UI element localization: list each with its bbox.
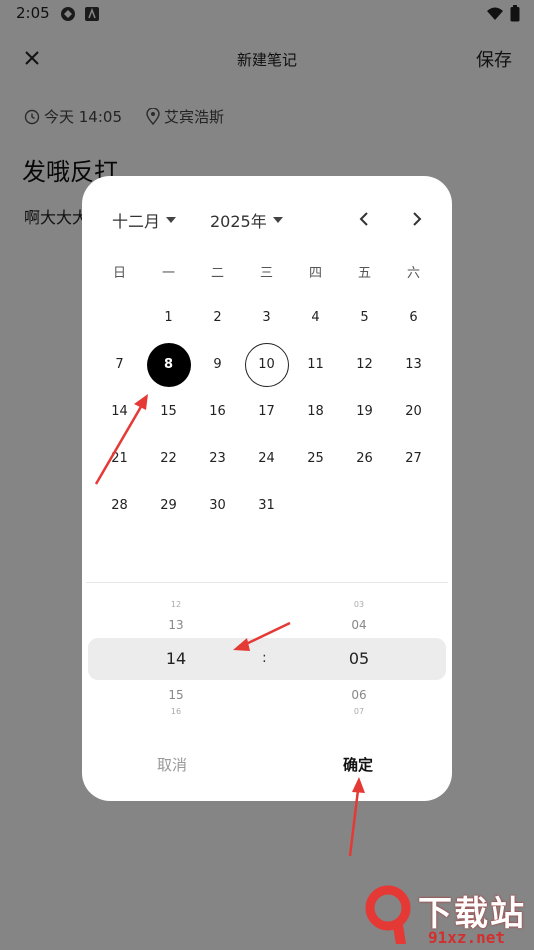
calendar-day[interactable]: 27 bbox=[389, 435, 438, 482]
calendar-day[interactable]: 16 bbox=[193, 388, 242, 435]
time-separator: : bbox=[262, 650, 267, 666]
calendar-day[interactable]: 15 bbox=[144, 388, 193, 435]
weekday-label: 三 bbox=[259, 266, 273, 281]
calendar-header: 十二月 2025年 bbox=[82, 206, 452, 234]
cancel-button[interactable]: 取消 bbox=[142, 754, 202, 775]
watermark-url: 91xz.net bbox=[428, 928, 506, 947]
chevron-right-icon bbox=[413, 212, 422, 226]
divider bbox=[86, 582, 448, 583]
calendar-day[interactable]: 12 bbox=[340, 341, 389, 388]
month-dropdown[interactable]: 十二月 bbox=[112, 208, 177, 232]
calendar-day[interactable]: 28 bbox=[95, 482, 144, 529]
weekday-label: 六 bbox=[406, 266, 420, 281]
hour-option: 16 bbox=[170, 707, 182, 716]
calendar-day[interactable]: 18 bbox=[291, 388, 340, 435]
chevron-left-icon bbox=[359, 212, 368, 226]
weekday-label: 二 bbox=[210, 266, 224, 281]
calendar-day[interactable]: 3 bbox=[242, 294, 291, 341]
calendar-day[interactable]: 13 bbox=[389, 341, 438, 388]
calendar-day[interactable]: 25 bbox=[291, 435, 340, 482]
calendar-day[interactable]: 9 bbox=[193, 341, 242, 388]
next-month-button[interactable] bbox=[407, 208, 427, 230]
month-label: 十二月 bbox=[112, 212, 161, 231]
chevron-down-icon bbox=[166, 217, 177, 223]
year-label: 2025年 bbox=[210, 212, 267, 231]
calendar-day[interactable]: 6 bbox=[389, 294, 438, 341]
calendar-day[interactable]: 24 bbox=[242, 435, 291, 482]
watermark: 下载站 91xz.net bbox=[362, 884, 532, 948]
calendar-day[interactable]: 26 bbox=[340, 435, 389, 482]
calendar-day-selected[interactable]: 8 bbox=[144, 341, 193, 388]
calendar-day[interactable]: 23 bbox=[193, 435, 242, 482]
weekday-label: 五 bbox=[357, 266, 371, 281]
hour-option: 12 bbox=[170, 600, 182, 609]
calendar-day[interactable]: 22 bbox=[144, 435, 193, 482]
hour-option: 15 bbox=[168, 688, 184, 702]
calendar-day[interactable]: 2 bbox=[193, 294, 242, 341]
minute-option: 06 bbox=[351, 688, 367, 702]
calendar-day[interactable]: 11 bbox=[291, 341, 340, 388]
calendar-empty-cell bbox=[95, 294, 144, 341]
calendar-day[interactable]: 1 bbox=[144, 294, 193, 341]
calendar-day[interactable]: 29 bbox=[144, 482, 193, 529]
hour-current: 14 bbox=[165, 649, 187, 668]
calendar-day[interactable]: 31 bbox=[242, 482, 291, 529]
previous-month-button[interactable] bbox=[354, 208, 374, 230]
calendar-day-grid: 1 2 3 4 5 6 7 8 9 10 11 12 13 14 15 16 1… bbox=[95, 294, 439, 529]
minute-current: 05 bbox=[348, 649, 370, 668]
calendar-day[interactable]: 17 bbox=[242, 388, 291, 435]
calendar-day[interactable]: 14 bbox=[95, 388, 144, 435]
calendar-day[interactable]: 19 bbox=[340, 388, 389, 435]
hour-wheel[interactable]: 12 13 14 15 16 bbox=[136, 592, 216, 722]
calendar-day[interactable]: 5 bbox=[340, 294, 389, 341]
minute-option: 04 bbox=[351, 618, 367, 632]
time-picker: 12 13 14 15 16 : 03 04 05 06 07 bbox=[82, 592, 452, 722]
weekday-label: 一 bbox=[161, 266, 175, 281]
weekday-label: 日 bbox=[112, 266, 126, 281]
year-dropdown[interactable]: 2025年 bbox=[210, 208, 283, 232]
calendar-day[interactable]: 4 bbox=[291, 294, 340, 341]
weekday-label: 四 bbox=[308, 266, 322, 281]
calendar-day[interactable]: 30 bbox=[193, 482, 242, 529]
date-time-picker-dialog: 十二月 2025年 日 一 二 三 四 五 六 1 2 3 4 5 6 7 8 … bbox=[82, 176, 452, 801]
chevron-down-icon bbox=[272, 217, 283, 223]
minute-wheel[interactable]: 03 04 05 06 07 bbox=[319, 592, 399, 722]
hour-option: 13 bbox=[168, 618, 184, 632]
calendar-day[interactable]: 7 bbox=[95, 341, 144, 388]
watermark-logo bbox=[365, 885, 411, 944]
calendar-day[interactable]: 21 bbox=[95, 435, 144, 482]
calendar-day[interactable]: 20 bbox=[389, 388, 438, 435]
weekday-header: 日 一 二 三 四 五 六 bbox=[95, 262, 439, 282]
confirm-button[interactable]: 确定 bbox=[328, 754, 388, 775]
minute-option: 07 bbox=[353, 707, 365, 716]
minute-option: 03 bbox=[353, 600, 365, 609]
calendar-day-today[interactable]: 10 bbox=[242, 341, 291, 388]
